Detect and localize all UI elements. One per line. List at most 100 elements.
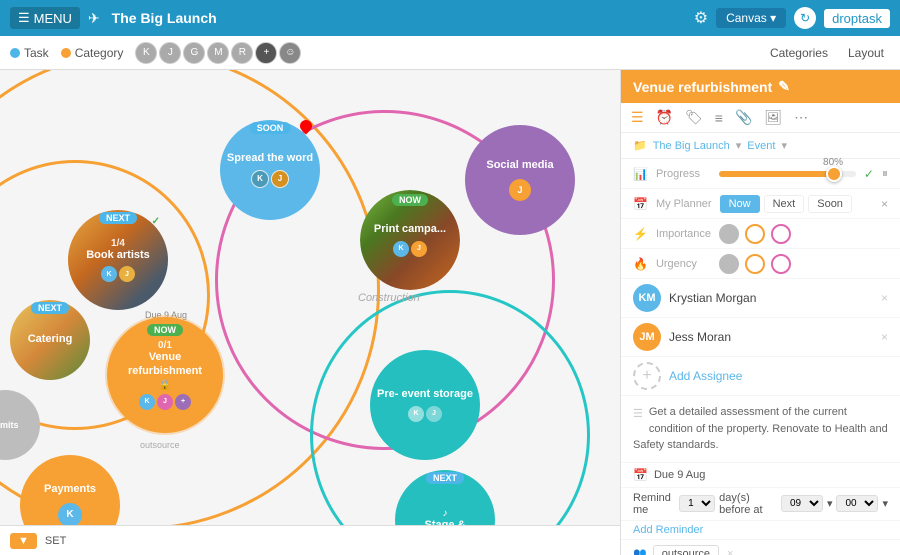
book-av1: K xyxy=(101,266,117,282)
settings-icon[interactable]: ⚙ xyxy=(694,8,708,28)
urgency-row: 🔥 Urgency xyxy=(621,249,900,279)
due-icon: 📅 xyxy=(633,468,648,482)
importance-dot-2[interactable] xyxy=(745,224,765,244)
checkmark-icon: ✓ xyxy=(152,216,160,227)
panel-toolbar: ☰ ⏰ 🏷 ≡ 📎 🖼 ⋯ xyxy=(621,103,900,133)
filterbar: ▼ SET xyxy=(0,525,620,555)
hamburger-icon: ☰ xyxy=(18,10,30,26)
layout-button[interactable]: Layout xyxy=(842,44,890,62)
importance-icon: ⚡ xyxy=(633,227,648,241)
avatar-filter-group[interactable]: K J G M R + ☺ xyxy=(135,42,301,64)
task-filter[interactable]: Task xyxy=(10,46,49,60)
assignee-row-2: JM Jess Moran × xyxy=(621,318,900,357)
task-catering[interactable]: NEXT Catering xyxy=(10,300,90,380)
task-name-permits: ermits xyxy=(0,420,25,431)
task-pre-event-storage[interactable]: Pre- event storage K J xyxy=(370,350,480,460)
list-tool-icon[interactable]: ≡ xyxy=(715,110,723,126)
assignee-row-1: KM Krystian Morgan × xyxy=(621,279,900,318)
edit-icon[interactable]: ✎ xyxy=(778,78,790,95)
outsource-close-icon[interactable]: × xyxy=(727,548,733,555)
importance-row: ⚡ Importance xyxy=(621,219,900,249)
lock-icon: 🔒 xyxy=(159,380,171,391)
outsource-button[interactable]: outsource xyxy=(653,545,719,555)
due-date-text: Due 9 Aug xyxy=(654,469,705,481)
catering-bg: NEXT Catering xyxy=(10,300,90,380)
category-filter[interactable]: Category xyxy=(61,46,124,60)
set-label: SET xyxy=(45,535,66,547)
categories-button[interactable]: Categories xyxy=(764,44,834,62)
planner-icon: 📅 xyxy=(633,197,648,211)
image-tool-icon[interactable]: 🖼 xyxy=(764,109,782,126)
task-name-venue: Venue refurbishment xyxy=(112,351,218,377)
remind-hour-select[interactable]: 0910 xyxy=(781,495,823,512)
task-venue-refurbishment[interactable]: NOW 0/1 Venue refurbishment 🔒 K J + xyxy=(110,320,220,430)
add-assignee-icon: + xyxy=(633,362,661,390)
planner-now-button[interactable]: Now xyxy=(720,195,760,213)
progress-thumb[interactable] xyxy=(826,166,842,182)
task-social-media[interactable]: Social media J xyxy=(465,125,575,235)
assignee-name-2: Jess Moran xyxy=(669,330,873,344)
attach-tool-icon[interactable]: 📎 xyxy=(735,109,752,126)
more-tool-icon[interactable]: ⋯ xyxy=(794,109,808,126)
task-print-campaign[interactable]: NOW Print campa... K J xyxy=(360,190,460,290)
remind-days-select[interactable]: 123 xyxy=(679,495,715,512)
planner-close-icon[interactable]: × xyxy=(881,197,888,211)
remind-min-select[interactable]: 001530 xyxy=(836,495,878,512)
canvas-button[interactable]: Canvas ▾ xyxy=(716,8,786,28)
print-bg: NOW Print campa... K J xyxy=(360,190,460,290)
tag-tool-icon[interactable]: 🏷 xyxy=(685,109,703,126)
avatar-3[interactable]: G xyxy=(183,42,205,64)
avatar-5[interactable]: R xyxy=(231,42,253,64)
task-spread-the-word[interactable]: SOON Spread the word K J xyxy=(220,120,320,220)
outsource-icon: 👥 xyxy=(633,547,647,555)
assignee-remove-2[interactable]: × xyxy=(881,330,888,344)
progress-container[interactable]: 80% xyxy=(719,171,856,177)
avatar-2[interactable]: J xyxy=(159,42,181,64)
urgency-dot-1[interactable] xyxy=(719,254,739,274)
breadcrumb-event[interactable]: Event xyxy=(747,140,775,152)
panel-header: Venue refurbishment ✎ xyxy=(621,70,900,103)
add-assignee-row[interactable]: + Add Assignee xyxy=(621,357,900,396)
remind-row: Remind me 123 day(s) before at 0910 ▾ 00… xyxy=(621,488,900,521)
importance-dot-1[interactable] xyxy=(719,224,739,244)
avatar-6[interactable]: + xyxy=(255,42,277,64)
menu-button[interactable]: ☰ MENU xyxy=(10,7,80,29)
assignee-name-1: Krystian Morgan xyxy=(669,291,873,305)
assignee-remove-1[interactable]: × xyxy=(881,291,888,305)
task-avatars-spread: K J xyxy=(251,170,289,188)
assignee-avatar-2: JM xyxy=(633,323,661,351)
planner-label: My Planner xyxy=(656,198,712,210)
filter-button[interactable]: ▼ xyxy=(10,533,37,549)
importance-dot-3[interactable] xyxy=(771,224,791,244)
importance-dots xyxy=(719,224,791,244)
avatar-1[interactable]: K xyxy=(135,42,157,64)
planner-next-button[interactable]: Next xyxy=(764,195,805,213)
task-name-spread: Spread the word xyxy=(221,152,319,165)
progress-track[interactable]: 80% xyxy=(719,171,856,177)
urgency-dot-3[interactable] xyxy=(771,254,791,274)
book-av2: J xyxy=(119,266,135,282)
subbar: Task Category K J G M R + ☺ Categories L… xyxy=(0,36,900,70)
pause-icon[interactable]: ⏸ xyxy=(882,166,888,181)
task-book-artists[interactable]: NEXT 1/4 Book artists K J ✓ xyxy=(68,210,168,310)
check-icon[interactable]: ✓ xyxy=(864,167,874,181)
breadcrumb-project[interactable]: The Big Launch xyxy=(653,140,730,152)
avatar-7[interactable]: ☺ xyxy=(279,42,301,64)
topbar: ☰ MENU ✈ The Big Launch ⚙ Canvas ▾ ↻ dro… xyxy=(0,0,900,36)
canvas[interactable]: Construction SOON Spread the word K J NE… xyxy=(0,70,620,555)
urgency-label: Urgency xyxy=(656,258,711,270)
urgency-dot-2[interactable] xyxy=(745,254,765,274)
description-icon: ☰ xyxy=(633,406,643,423)
alarm-tool-icon[interactable]: ⏰ xyxy=(656,109,673,126)
page-title: The Big Launch xyxy=(112,10,217,26)
add-assignee-label[interactable]: Add Assignee xyxy=(669,369,742,383)
add-reminder-link[interactable]: Add Reminder xyxy=(621,521,900,539)
remind-unit: day(s) before at xyxy=(719,492,777,516)
planner-row: 📅 My Planner Now Next Soon × xyxy=(621,189,900,219)
description-tool-icon[interactable]: ☰ xyxy=(631,109,644,126)
avatar-4[interactable]: M xyxy=(207,42,229,64)
chevron-down-icon: ▾ xyxy=(770,11,776,25)
progress-label: Progress xyxy=(656,168,711,180)
planner-soon-button[interactable]: Soon xyxy=(808,195,852,213)
payments-av1: K xyxy=(58,503,82,527)
